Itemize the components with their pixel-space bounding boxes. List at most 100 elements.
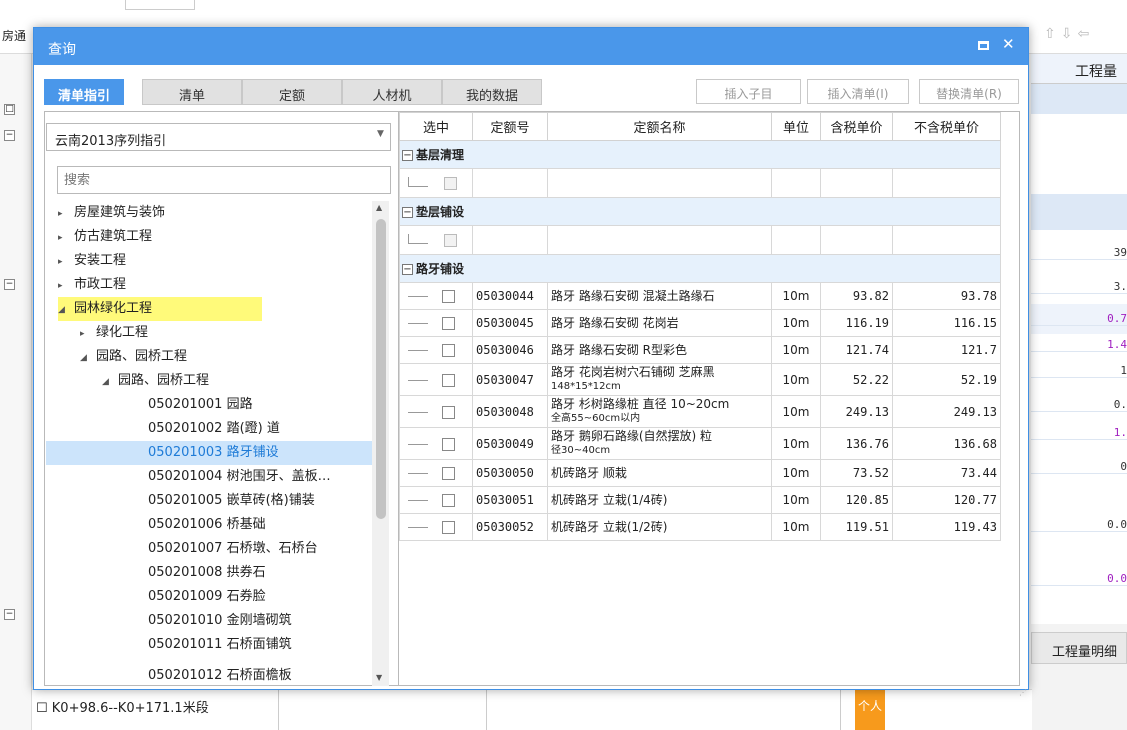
table-group-row[interactable]: − 路牙铺设 [399,254,1001,283]
tree-item[interactable]: 050201012 石桥面檐板 [148,664,292,686]
header-unit[interactable]: 单位 [771,112,821,141]
tree-item[interactable]: 050201008 拱券石 [148,561,266,585]
dialog-titlebar[interactable]: 查询 ✕ [34,28,1028,65]
quota-name-spec: 148*15*12cm [551,381,621,392]
tree-item[interactable]: 050201011 石桥面铺筑 [148,633,292,657]
expand-icon[interactable]: ▸ [58,202,74,226]
table-row[interactable]: 05030048 路牙 杉树路缘桩 直径 10~20cm 全高55~60cm以内 10… [399,395,1001,428]
row-checkbox[interactable] [442,467,455,480]
tab-quantity-detail[interactable]: 工程量明细 [1031,632,1127,664]
tab-labor-material[interactable]: 人材机 [342,79,442,105]
tree-item-label: 050201011 石桥面铺筑 [148,637,292,652]
tree-item-label: 绿化工程 [96,325,149,340]
personal-tab[interactable]: 个人 [855,689,885,730]
expand-icon[interactable]: ▸ [58,226,74,250]
tax-cell [820,168,893,198]
table-row[interactable]: 05030050 机砖路牙 顺栽 10m 73.52 73.44 [399,459,1001,487]
row-checkbox[interactable] [442,521,455,534]
tab-list-guide[interactable]: 清单指引 [44,79,124,105]
tree-item[interactable]: ▸ 绿化工程 [80,321,148,345]
table-group-row[interactable]: − 基层清理 [399,140,1001,169]
expand-icon[interactable]: ▸ [58,274,74,298]
row-checkbox [444,234,457,247]
row-checkbox[interactable] [442,290,455,303]
tree-item[interactable]: 050201005 嵌草砖(格)铺装 [148,489,315,513]
table-row[interactable]: 05030045 路牙 路缘石安砌 花岗岩 10m 116.19 116.15 [399,309,1001,337]
table-row[interactable]: 05030046 路牙 路缘石安砌 R型彩色 10m 121.74 121.7 [399,336,1001,364]
tab-list[interactable]: 清单 [142,79,242,105]
collapse-icon[interactable]: − [402,150,413,161]
header-code[interactable]: 定额号 [472,112,548,141]
tree-item[interactable]: ◢ 园路、园桥工程 [102,369,209,393]
tab-my-data[interactable]: 我的数据 [442,79,542,105]
notax-price: 120.77 [892,486,1001,514]
tree-item[interactable]: ▸ 市政工程 [58,273,126,297]
scroll-down-icon[interactable]: ▼ [376,673,382,682]
tree-item-garden[interactable]: ◢ 园林绿化工程 [58,297,262,321]
background-value-column: 39 3. 0.7 1.4 1 0. 1. 0 0.0 0.0 [1031,84,1127,624]
table-row[interactable]: 05030051 机砖路牙 立栽(1/4砖) 10m 120.85 120.77 [399,486,1001,514]
collapse-icon[interactable]: − [402,264,413,275]
collapse-icon[interactable]: − [402,207,413,218]
tree-item-label: 050201001 园路 [148,397,253,412]
row-checkbox[interactable] [442,494,455,507]
tab-quota[interactable]: 定额 [242,79,342,105]
tax-cell [820,225,893,255]
name-cell: 机砖路牙 顺栽 [547,459,772,487]
tax-price: 121.74 [820,336,893,364]
notax-price: 73.44 [892,459,1001,487]
tree-item[interactable]: 050201001 园路 [148,393,253,417]
tree-connector [408,296,428,297]
table-row[interactable]: 05030052 机砖路牙 立栽(1/2砖) 10m 119.51 119.43 [399,513,1001,541]
quota-code: 05030049 [472,427,548,460]
table-row[interactable]: 05030047 路牙 花岗岩树穴石铺砌 芝麻黑 148*15*12cm 10m 52.… [399,363,1001,396]
tree-item[interactable]: ▸ 房屋建筑与装饰 [58,201,165,225]
collapse-icon[interactable]: ◢ [58,298,74,322]
resize-grip-icon[interactable]: ⋰ [1019,688,1027,697]
insert-child-button[interactable]: 插入子目 [696,79,801,104]
tree-item[interactable]: ▸ 仿古建筑工程 [58,225,152,249]
header-tax-price[interactable]: 含税单价 [820,112,893,141]
header-notax-price[interactable]: 不含税单价 [892,112,1001,141]
tree-item[interactable]: ◢ 园路、园桥工程 [80,345,187,369]
row-checkbox[interactable] [442,437,455,451]
unit-cell [771,168,821,198]
collapse-icon[interactable]: ◢ [102,370,118,394]
code-cell [472,225,548,255]
quota-name: 路牙 花岗岩树穴石铺砌 芝麻黑 [551,365,715,379]
tree-item-selected[interactable]: 050201003 路牙铺设 [46,441,372,465]
row-checkbox[interactable] [442,317,455,330]
name-cell: 机砖路牙 立栽(1/4砖) [547,486,772,514]
tree-item[interactable]: 050201009 石券脸 [148,585,266,609]
unit-cell [771,225,821,255]
scrollbar-thumb[interactable] [376,219,386,519]
row-checkbox[interactable] [442,373,455,387]
notax-price: 121.7 [892,336,1001,364]
tree-item[interactable]: 050201006 桥基础 [148,513,266,537]
tree-scrollbar[interactable]: ▲ ▼ [372,201,389,686]
table-row[interactable]: 05030044 路牙 路缘石安砌 混凝土路缘石 10m 93.82 93.78 [399,282,1001,310]
insert-list-button[interactable]: 插入清单(I) [807,79,909,104]
collapse-icon[interactable]: ◢ [80,346,96,370]
tree-item-label: 050201005 嵌草砖(格)铺装 [148,493,315,508]
row-checkbox[interactable] [442,405,455,419]
tree-item[interactable]: ▸ 安装工程 [58,249,126,273]
header-selected[interactable]: 选中 [399,112,473,141]
table-group-row[interactable]: − 垫层铺设 [399,197,1001,226]
table-row[interactable]: 05030049 路牙 鹅卵石路缘(自然摆放) 粒径30~40cm 10m 136.7… [399,427,1001,460]
tree-item[interactable]: 050201010 金刚墙砌筑 [148,609,292,633]
search-input[interactable] [57,166,391,194]
expand-icon[interactable]: ▸ [58,250,74,274]
header-name[interactable]: 定额名称 [547,112,772,141]
maximize-icon[interactable] [978,41,989,50]
index-select[interactable]: 云南2013序列指引 ▼ [46,123,391,151]
query-dialog: 查询 ✕ 清单指引 清单 定额 人材机 我的数据 插入子目 插入清单(I) 替换… [33,27,1029,697]
expand-icon[interactable]: ▸ [80,322,96,346]
row-checkbox[interactable] [442,344,455,357]
close-icon[interactable]: ✕ [1002,35,1015,53]
tree-item[interactable]: 050201007 石桥墩、石桥台 [148,537,318,561]
tree-item[interactable]: 050201004 树池围牙、盖板… [148,465,331,489]
tree-item[interactable]: 050201002 踏(蹬) 道 [148,417,280,441]
scroll-up-icon[interactable]: ▲ [376,203,382,212]
replace-list-button[interactable]: 替换清单(R) [919,79,1019,104]
